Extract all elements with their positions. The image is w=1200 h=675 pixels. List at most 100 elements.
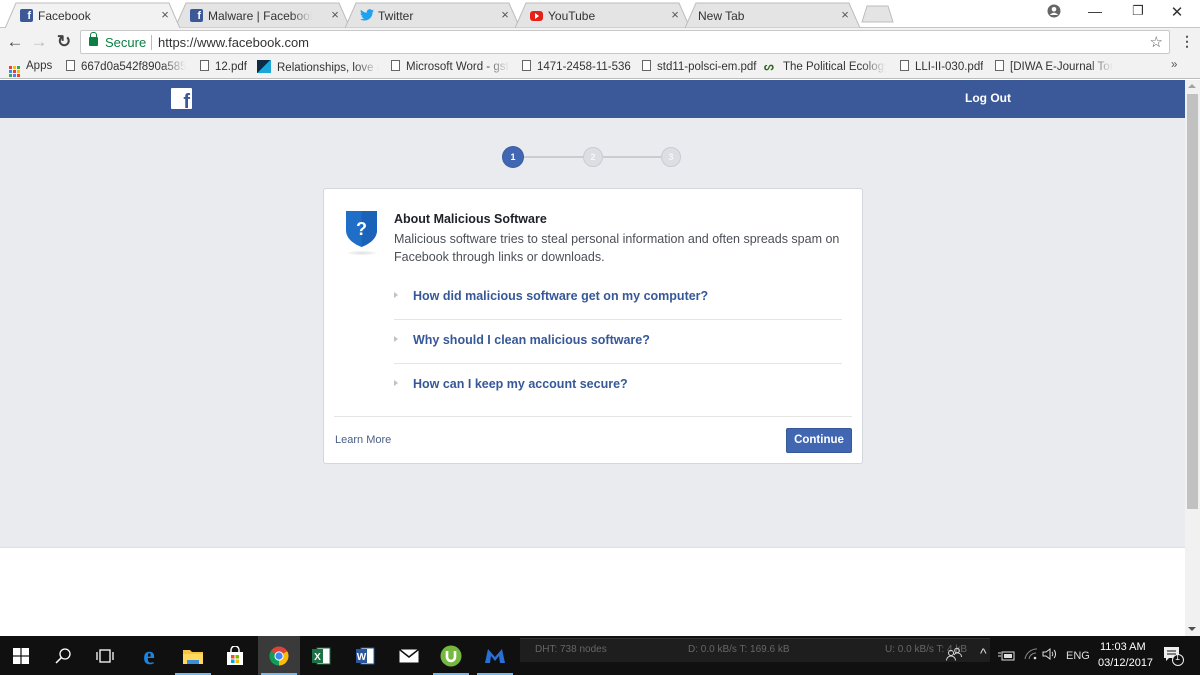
reload-button[interactable]: ↻ xyxy=(53,31,75,53)
bookmark-item[interactable]: [DIWA E-Journal Tom xyxy=(995,60,1113,73)
notifications-icon xyxy=(1164,647,1184,666)
bookmark-item[interactable]: LLI-II-030.pdf xyxy=(900,60,983,73)
tab-twitter[interactable]: Twitter × xyxy=(356,3,516,28)
restore-button[interactable]: ❐ xyxy=(1126,3,1150,19)
file-explorer-button[interactable] xyxy=(172,636,214,675)
address-bar[interactable]: Secure https://www.facebook.com ☆ xyxy=(80,30,1170,54)
close-tab-icon[interactable]: × xyxy=(328,7,342,22)
windows-logo-icon xyxy=(13,647,29,664)
learn-more-link[interactable]: Learn More xyxy=(335,434,391,446)
utorrent-button[interactable] xyxy=(430,636,472,675)
bookmark-item[interactable]: 12.pdf xyxy=(200,60,247,73)
bookmark-label: std11-polsci-em.pdf xyxy=(657,61,757,73)
faq-item[interactable]: How can I keep my account secure? xyxy=(394,364,842,408)
tab-title: YouTube xyxy=(548,9,596,23)
faq-question[interactable]: How did malicious software get on my com… xyxy=(413,289,708,303)
new-tab-button[interactable] xyxy=(862,6,893,22)
edge-button[interactable]: e xyxy=(128,636,170,675)
excel-icon: X xyxy=(312,647,331,664)
scroll-up-arrow-icon[interactable] xyxy=(1188,84,1196,88)
faq-item[interactable]: Why should I clean malicious software? xyxy=(394,320,842,364)
malwarebytes-icon xyxy=(485,648,505,663)
faq-item[interactable]: How did malicious software get on my com… xyxy=(394,276,842,320)
url-text[interactable]: https://www.facebook.com xyxy=(158,35,309,50)
close-window-button[interactable]: ✕ xyxy=(1165,3,1189,21)
tab-strip: f Facebook × f Malware | Facebook Help ×… xyxy=(0,0,1200,28)
malware-info-card: ? About Malicious Software Malicious sof… xyxy=(323,188,863,464)
bookmark-label: 12.pdf xyxy=(215,61,247,73)
word-button[interactable]: W xyxy=(344,636,386,675)
bookmark-item[interactable]: 1471-2458-11-536 xyxy=(522,60,631,73)
utorrent-status-strip: DHT: 738 nodes D: 0.0 kB/s T: 169.6 kB U… xyxy=(520,638,990,662)
bookmark-star-icon[interactable]: ☆ xyxy=(1150,33,1163,51)
store-button[interactable] xyxy=(214,636,256,675)
task-view-icon xyxy=(96,648,114,663)
forward-button[interactable]: → xyxy=(28,31,50,53)
task-view-button[interactable] xyxy=(84,636,126,675)
bookmark-item[interactable]: 667d0a542f890a585a xyxy=(66,60,186,73)
close-tab-icon[interactable]: × xyxy=(838,7,852,22)
search-button[interactable] xyxy=(42,636,84,675)
people-icon[interactable] xyxy=(946,647,963,664)
page-scrollbar[interactable] xyxy=(1185,80,1200,636)
secure-label: Secure xyxy=(105,35,147,50)
tab-facebook[interactable]: f Facebook × xyxy=(16,3,176,28)
malwarebytes-button[interactable] xyxy=(474,636,516,675)
facebook-icon: f xyxy=(190,9,203,22)
document-icon xyxy=(200,60,209,71)
document-icon xyxy=(900,60,909,71)
excel-button[interactable]: X xyxy=(300,636,342,675)
close-tab-icon[interactable]: × xyxy=(498,7,512,22)
continue-button[interactable]: Continue xyxy=(786,428,852,453)
tab-title: Malware | Facebook Help xyxy=(208,9,312,23)
bookmark-item[interactable]: Relationships, love and xyxy=(257,60,379,74)
volume-icon[interactable] xyxy=(1042,648,1058,663)
bookmark-item[interactable]: std11-polsci-em.pdf xyxy=(642,60,757,73)
language-indicator[interactable]: ENG xyxy=(1066,650,1090,662)
close-tab-icon[interactable]: × xyxy=(158,7,172,22)
chrome-button[interactable] xyxy=(258,636,300,675)
bookmark-item[interactable]: ᔕ The Political Ecology xyxy=(764,60,886,73)
card-divider xyxy=(334,416,852,417)
scrollbar-thumb[interactable] xyxy=(1187,94,1198,509)
chrome-menu-icon[interactable]: ⋮ xyxy=(1180,33,1194,50)
minimize-button[interactable]: — xyxy=(1083,3,1107,19)
action-center-button[interactable]: 1 xyxy=(1163,645,1185,670)
tab-youtube[interactable]: YouTube × xyxy=(526,3,686,28)
bookmark-item[interactable]: Microsoft Word - gsti xyxy=(391,60,509,73)
facebook-logo-icon[interactable]: f xyxy=(171,88,192,109)
step-3: 3 xyxy=(661,147,681,167)
close-tab-icon[interactable]: × xyxy=(668,7,682,22)
caret-right-icon xyxy=(394,336,398,342)
bookmark-label: The Political Ecology xyxy=(783,61,886,73)
tab-title: Facebook xyxy=(38,9,91,23)
wifi-icon[interactable] xyxy=(1024,648,1038,663)
svg-text:?: ? xyxy=(356,219,367,239)
tab-malware-help[interactable]: f Malware | Facebook Help × xyxy=(186,3,346,28)
faq-question[interactable]: Why should I clean malicious software? xyxy=(413,333,650,347)
profile-button[interactable] xyxy=(1042,4,1066,21)
logout-link[interactable]: Log Out xyxy=(965,91,1011,105)
back-button[interactable]: ← xyxy=(4,31,26,53)
battery-icon[interactable] xyxy=(998,650,1016,664)
show-hidden-icons-chevron[interactable]: ^ xyxy=(980,645,987,661)
windows-taskbar: DHT: 738 nodes D: 0.0 kB/s T: 169.6 kB U… xyxy=(0,636,1200,675)
tab-new-tab[interactable]: New Tab × xyxy=(696,3,856,28)
mail-button[interactable] xyxy=(388,636,430,675)
shield-question-icon: ? xyxy=(346,211,377,247)
bookmark-apps[interactable]: Apps xyxy=(9,60,52,77)
bookmark-label: LLI-II-030.pdf xyxy=(915,61,984,73)
faq-question[interactable]: How can I keep my account secure? xyxy=(413,377,628,391)
scroll-down-arrow-icon[interactable] xyxy=(1188,627,1196,631)
edge-icon: e xyxy=(143,640,155,670)
svg-text:W: W xyxy=(357,652,367,663)
facebook-icon: f xyxy=(20,9,33,22)
clock-date[interactable]: 03/12/2017 xyxy=(1098,657,1153,669)
start-button[interactable] xyxy=(0,636,42,675)
dht-status: DHT: 738 nodes xyxy=(535,644,607,655)
search-icon xyxy=(55,647,71,664)
clock-time[interactable]: 11:03 AM xyxy=(1100,641,1146,653)
bookmarks-overflow-button[interactable]: » xyxy=(1171,59,1177,71)
logo-glyph: f xyxy=(183,91,190,109)
step-1: 1 xyxy=(503,147,523,167)
